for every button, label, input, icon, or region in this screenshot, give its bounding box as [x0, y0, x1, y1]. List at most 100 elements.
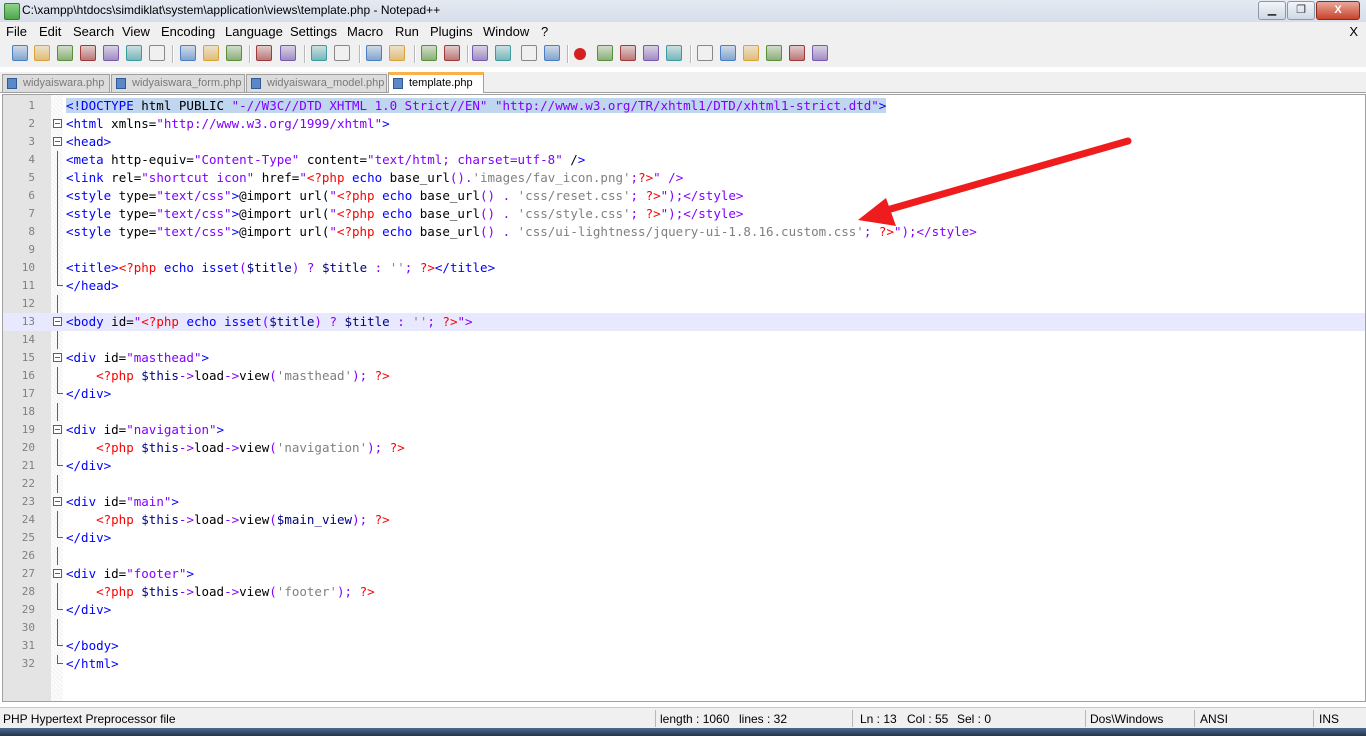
undo-icon[interactable]: [256, 45, 272, 61]
code-line[interactable]: 21 </div>: [3, 457, 1365, 475]
code-line[interactable]: 8 <style type="text/css">@import url("<?p…: [3, 223, 1365, 241]
code-line[interactable]: 29 </div>: [3, 601, 1365, 619]
new-file-icon[interactable]: [12, 45, 28, 61]
find-icon[interactable]: [311, 45, 327, 61]
code-line[interactable]: 27 <div id="footer">: [3, 565, 1365, 583]
code-line[interactable]: 17 </div>: [3, 385, 1365, 403]
zoom-in-icon[interactable]: [366, 45, 382, 61]
code-line[interactable]: 31 </body>: [3, 637, 1365, 655]
code-line[interactable]: 1 <!DOCTYPE html PUBLIC "-//W3C//DTD XHTM…: [3, 97, 1365, 115]
fold-toggle-icon[interactable]: [53, 425, 62, 434]
fold-toggle-icon[interactable]: [53, 353, 62, 362]
code-line[interactable]: 30: [3, 619, 1365, 637]
code-line[interactable]: 26: [3, 547, 1365, 565]
show-all-chars-icon[interactable]: [495, 45, 511, 61]
code-line[interactable]: 16 <?php $this->load->view('masthead'); …: [3, 367, 1365, 385]
collapse-icon[interactable]: [720, 45, 736, 61]
code-editor[interactable]: 1 <!DOCTYPE html PUBLIC "-//W3C//DTD XHTM…: [2, 94, 1366, 702]
code-line[interactable]: 10 <title><?php echo isset($title) ? $tit…: [3, 259, 1365, 277]
menu-window[interactable]: Window: [483, 24, 529, 39]
code-line[interactable]: 11 </head>: [3, 277, 1365, 295]
code-line[interactable]: 25 </div>: [3, 529, 1365, 547]
record-macro-icon[interactable]: [574, 48, 586, 60]
user-lang-icon[interactable]: [544, 45, 560, 61]
stop-macro-icon[interactable]: [597, 45, 613, 61]
fold-toggle-icon[interactable]: [53, 119, 62, 128]
code-line[interactable]: 5 <link rel="shortcut icon" href="<?php e…: [3, 169, 1365, 187]
code-line[interactable]: 32 </html>: [3, 655, 1365, 673]
code-line[interactable]: 19 <div id="navigation">: [3, 421, 1365, 439]
line-number: 8: [28, 225, 35, 238]
unfold-all-icon[interactable]: [766, 45, 782, 61]
save-macro-icon[interactable]: [666, 45, 682, 61]
code-line[interactable]: 4 <meta http-equiv="Content-Type" content…: [3, 151, 1365, 169]
fold-line-marker: [57, 169, 58, 187]
tab-widyaiswara[interactable]: widyaiswara.php: [2, 74, 110, 92]
copy-icon[interactable]: [203, 45, 219, 61]
close-window-button[interactable]: X: [1316, 1, 1360, 20]
menu-language[interactable]: Language: [225, 24, 283, 39]
tab-widyaiswara-form[interactable]: widyaiswara_form.php: [111, 74, 245, 92]
abc-check-icon[interactable]: [812, 45, 828, 61]
code-line[interactable]: 23 <div id="main">: [3, 493, 1365, 511]
fold-end-marker: [57, 385, 63, 394]
sync-horizontal-icon[interactable]: [444, 45, 460, 61]
fold-line-marker: [57, 151, 58, 169]
close-document-x[interactable]: X: [1349, 24, 1358, 39]
code-line[interactable]: 3 <head>: [3, 133, 1365, 151]
redo-icon[interactable]: [280, 45, 296, 61]
close-icon[interactable]: [103, 45, 119, 61]
code-line[interactable]: 20 <?php $this->load->view('navigation')…: [3, 439, 1365, 457]
menu-search[interactable]: Search: [73, 24, 114, 39]
code-line[interactable]: 24 <?php $this->load->view($main_view); …: [3, 511, 1365, 529]
fold-toggle-icon[interactable]: [53, 317, 62, 326]
code-line[interactable]: 7 <style type="text/css">@import url("<?p…: [3, 205, 1365, 223]
spellcheck-icon[interactable]: [789, 45, 805, 61]
maximize-button[interactable]: ❐: [1287, 1, 1315, 20]
run-macro-multiple-icon[interactable]: [643, 45, 659, 61]
fold-toggle-icon[interactable]: [53, 497, 62, 506]
code-line[interactable]: 9: [3, 241, 1365, 259]
code-line[interactable]: 18: [3, 403, 1365, 421]
menu-edit[interactable]: Edit: [39, 24, 61, 39]
menu-plugins[interactable]: Plugins: [430, 24, 473, 39]
zoom-out-icon[interactable]: [389, 45, 405, 61]
menu-macro[interactable]: Macro: [347, 24, 383, 39]
replace-icon[interactable]: [334, 45, 350, 61]
menu-help[interactable]: ?: [541, 24, 548, 39]
code-line[interactable]: 15 <div id="masthead">: [3, 349, 1365, 367]
fold-toggle-icon[interactable]: [53, 569, 62, 578]
code-line[interactable]: 22: [3, 475, 1365, 493]
tab-widyaiswara-model[interactable]: widyaiswara_model.php: [246, 74, 387, 92]
indent-guide-icon[interactable]: [521, 45, 537, 61]
paste-icon[interactable]: [226, 45, 242, 61]
close-all-icon[interactable]: [126, 45, 142, 61]
tab-template[interactable]: template.php: [388, 72, 484, 93]
play-macro-icon[interactable]: [620, 45, 636, 61]
line-number: 22: [21, 477, 35, 490]
code-line[interactable]: 13 <body id="<?php echo isset($title) ? $…: [3, 313, 1365, 331]
sync-vertical-icon[interactable]: [421, 45, 437, 61]
menu-encoding[interactable]: Encoding: [161, 24, 215, 39]
menu-view[interactable]: View: [122, 24, 150, 39]
line-number: 3: [28, 135, 35, 148]
code-line[interactable]: 2 <html xmlns="http://www.w3.org/1999/xht…: [3, 115, 1365, 133]
save-all-icon[interactable]: [80, 45, 96, 61]
fold-toggle-icon[interactable]: [53, 137, 62, 146]
minimize-button[interactable]: ▁: [1258, 1, 1286, 20]
cut-icon[interactable]: [180, 45, 196, 61]
code-line[interactable]: 28 <?php $this->load->view('footer'); ?>: [3, 583, 1365, 601]
print-icon[interactable]: [149, 45, 165, 61]
save-icon[interactable]: [57, 45, 73, 61]
expand-icon[interactable]: [743, 45, 759, 61]
code-line[interactable]: 6 <style type="text/css">@import url("<?p…: [3, 187, 1365, 205]
menu-run[interactable]: Run: [395, 24, 419, 39]
open-file-icon[interactable]: [34, 45, 50, 61]
menu-settings[interactable]: Settings: [290, 24, 337, 39]
menu-file[interactable]: File: [6, 24, 27, 39]
code-line[interactable]: 14: [3, 331, 1365, 349]
code-line[interactable]: 12: [3, 295, 1365, 313]
file-icon: [393, 78, 403, 89]
fold-all-icon[interactable]: [697, 45, 713, 61]
word-wrap-icon[interactable]: [472, 45, 488, 61]
